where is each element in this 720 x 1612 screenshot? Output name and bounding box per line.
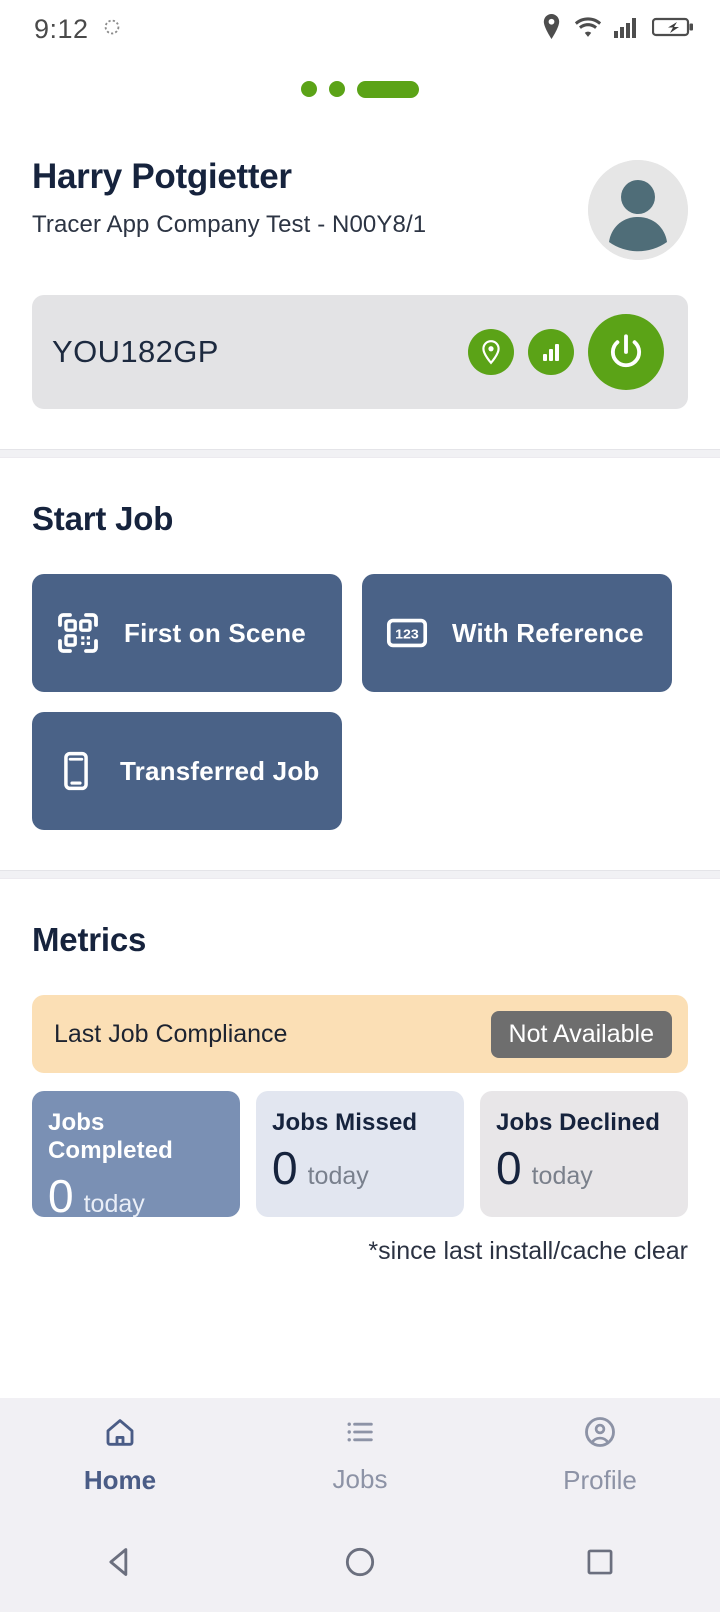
with-reference-label: With Reference — [452, 617, 644, 648]
start-job-buttons: First on Scene 123 With Reference Transf… — [32, 574, 688, 830]
section-divider-1 — [0, 449, 720, 458]
numbers-123-icon: 123 — [384, 610, 430, 656]
wifi-icon — [574, 15, 602, 44]
start-job-title: Start Job — [32, 500, 174, 537]
page-dot-3-active[interactable] — [357, 80, 419, 98]
metric-card-jobs-completed[interactable]: Jobs Completed 0 today — [32, 1091, 240, 1219]
back-triangle-icon[interactable] — [0, 1542, 240, 1582]
alarm-circle-icon — [101, 16, 123, 43]
metric-value-row: 0 today — [48, 1173, 224, 1219]
status-badge: Not Available — [490, 1010, 672, 1058]
status-bar-clock: 9:12 — [34, 13, 89, 44]
vehicle-registration-bar: YOU182GP — [32, 295, 688, 409]
profile-text: Harry Potgietter Tracer App Company Test… — [32, 157, 427, 239]
metric-unit: today — [307, 1162, 369, 1190]
metric-unit: today — [531, 1162, 593, 1190]
nav-label-home: Home — [83, 1465, 157, 1495]
metric-unit: today — [83, 1190, 145, 1218]
svg-text:123: 123 — [395, 627, 419, 643]
last-job-compliance-row: Last Job Compliance Not Available — [32, 995, 688, 1073]
app-screen: 9:12 Harry Potgietter Tracer App Company… — [0, 0, 720, 1612]
nav-item-home[interactable]: Home — [0, 1414, 240, 1496]
mobile-phone-icon — [54, 749, 98, 793]
transferred-job-button[interactable]: Transferred Job — [32, 712, 342, 830]
metric-value-row: 0 today — [496, 1145, 672, 1191]
nav-item-profile[interactable]: Profile — [480, 1414, 720, 1496]
metric-card-jobs-declined[interactable]: Jobs Declined 0 today — [480, 1091, 688, 1217]
metric-value: 0 — [496, 1142, 522, 1194]
nav-label-jobs: Jobs — [332, 1464, 388, 1494]
first-on-scene-label: First on Scene — [124, 617, 306, 648]
home-circle-icon[interactable] — [240, 1542, 480, 1582]
nav-item-jobs[interactable]: Jobs — [240, 1415, 480, 1495]
transferred-job-label: Transferred Job — [120, 755, 320, 786]
metric-value-row: 0 today — [272, 1145, 448, 1191]
metric-value: 0 — [272, 1142, 298, 1194]
home-icon — [102, 1414, 138, 1455]
page-dot-2[interactable] — [329, 81, 345, 97]
profile-header: Harry Potgietter Tracer App Company Test… — [32, 157, 688, 260]
vehicle-actions — [468, 314, 664, 390]
user-name: Harry Potgietter — [32, 157, 292, 196]
status-bar-left: 9:12 — [34, 14, 123, 45]
page-indicator[interactable] — [0, 58, 720, 120]
metric-cards: Jobs Completed 0 today Jobs Missed 0 tod… — [32, 1091, 688, 1219]
metric-label: Jobs Missed — [272, 1109, 418, 1136]
start-job-section: Start Job First on Scene 123 With Refere… — [0, 458, 720, 870]
power-icon[interactable] — [588, 314, 664, 390]
with-reference-button[interactable]: 123 With Reference — [362, 574, 672, 692]
compliance-label: Last Job Compliance — [54, 1019, 288, 1048]
first-on-scene-button[interactable]: First on Scene — [32, 574, 342, 692]
user-company: Tracer App Company Test - N00Y8/1 — [32, 210, 427, 238]
battery-charging-icon — [651, 15, 694, 44]
metrics-title: Metrics — [32, 921, 147, 958]
metric-label: Jobs Completed — [48, 1109, 173, 1164]
recents-square-icon[interactable] — [480, 1543, 720, 1581]
nav-label-profile: Profile — [563, 1465, 637, 1495]
metric-label: Jobs Declined — [496, 1109, 661, 1136]
metric-card-jobs-missed[interactable]: Jobs Missed 0 today — [256, 1091, 464, 1217]
status-bar: 9:12 — [0, 0, 720, 58]
system-navigation-bar — [0, 1512, 720, 1612]
section-divider-2 — [0, 870, 720, 879]
page-dot-1[interactable] — [301, 81, 317, 97]
profile-section: Harry Potgietter Tracer App Company Test… — [0, 120, 720, 449]
location-pin-icon — [540, 13, 563, 45]
location-icon[interactable] — [468, 329, 514, 375]
metrics-section: Metrics Last Job Compliance Not Availabl… — [0, 879, 720, 1306]
account-circle-icon — [582, 1414, 618, 1455]
bottom-navigation: Home Jobs Profile — [0, 1398, 720, 1512]
status-bar-right — [540, 13, 694, 45]
metrics-footnote: *since last install/cache clear — [368, 1237, 688, 1265]
metric-value: 0 — [48, 1170, 74, 1222]
list-icon — [343, 1415, 377, 1454]
signal-bars-icon — [613, 15, 641, 44]
qr-scan-icon — [54, 609, 102, 657]
signal-icon[interactable] — [528, 329, 574, 375]
vehicle-registration: YOU182GP — [52, 334, 219, 369]
avatar[interactable] — [588, 160, 688, 260]
